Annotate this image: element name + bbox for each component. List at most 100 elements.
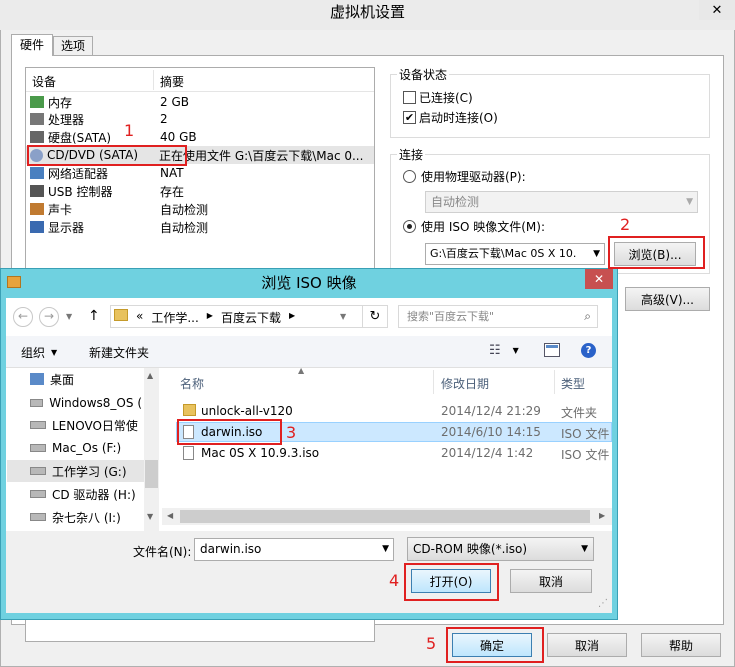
nav-item[interactable]: 杂七杂八 (I:): [30, 506, 142, 528]
organize-button[interactable]: 组织 ▼: [21, 344, 57, 361]
column-header-summary[interactable]: 摘要: [160, 73, 184, 90]
scroll-right-icon[interactable]: ▶: [599, 511, 605, 520]
chevron-down-icon: ▼: [581, 544, 588, 554]
column-divider: [554, 370, 555, 394]
column-header-device[interactable]: 设备: [32, 73, 56, 90]
cpu-icon: [30, 113, 44, 125]
annotation-3: 3: [286, 423, 297, 442]
column-header-date[interactable]: 修改日期: [441, 375, 489, 392]
up-button[interactable]: ↑: [88, 308, 100, 324]
iso-dialog-title: 浏览 ISO 映像: [261, 274, 357, 292]
drive-icon: [30, 513, 46, 521]
tab-options[interactable]: 选项: [53, 36, 93, 56]
network-icon: [30, 167, 44, 179]
arrow-left-icon: ←: [17, 309, 29, 323]
forward-button[interactable]: →: [39, 307, 59, 327]
nav-item-label: LENOVO日常使: [52, 418, 138, 433]
connect-on-start-checkbox[interactable]: ✔ 启动时连接(O): [403, 109, 498, 126]
nav-item-label: 工作学习 (G:): [52, 464, 127, 479]
filter-select[interactable]: CD-ROM 映像(*.iso) ▼: [407, 537, 594, 561]
resize-grip-icon[interactable]: ⋰: [598, 598, 608, 609]
nav-item[interactable]: 桌面: [30, 368, 142, 390]
nav-item[interactable]: Windows8_OS (: [30, 392, 142, 414]
nav-item[interactable]: CD 驱动器 (H:): [30, 483, 142, 505]
cancel-button[interactable]: 取消: [547, 633, 627, 657]
device-summary: 自动检测: [160, 202, 209, 217]
file-name: unlock-all-v120: [201, 404, 293, 418]
physical-drive-radio[interactable]: 使用物理驱动器(P):: [403, 168, 526, 185]
column-header-name[interactable]: 名称: [180, 375, 204, 392]
tab-hardware-label: 硬件: [19, 38, 44, 52]
tab-hardware[interactable]: 硬件: [11, 34, 53, 56]
iso-file-label: 使用 ISO 映像文件(M):: [421, 220, 545, 234]
refresh-icon: ↻: [369, 309, 381, 324]
breadcrumb-separator-icon: ▶: [206, 311, 213, 320]
highlight-box-3: [177, 419, 282, 445]
physical-drive-select[interactable]: 自动检测 ▼: [425, 191, 698, 213]
device-row[interactable]: 内存 2 GB: [30, 93, 370, 111]
arrow-right-icon: →: [43, 309, 55, 323]
folder-icon: [183, 404, 196, 416]
filter-value: CD-ROM 映像(*.iso): [413, 542, 528, 556]
device-row[interactable]: 网络适配器 NAT: [30, 164, 370, 182]
device-row[interactable]: 硬盘(SATA) 40 GB: [30, 128, 370, 146]
hscroll-thumb[interactable]: [180, 510, 590, 523]
filename-input[interactable]: darwin.iso ▼: [194, 538, 394, 561]
scroll-left-icon[interactable]: ◀: [167, 511, 173, 520]
nav-scrollbar[interactable]: [144, 368, 159, 531]
device-name: 处理器: [48, 112, 85, 127]
advanced-button[interactable]: 高级(V)...: [625, 287, 710, 311]
iso-file-radio[interactable]: 使用 ISO 映像文件(M):: [403, 218, 545, 235]
iso-cancel-button[interactable]: 取消: [510, 569, 592, 593]
device-row[interactable]: USB 控制器 存在: [30, 182, 370, 200]
preview-pane-button[interactable]: [544, 343, 560, 357]
view-options-button[interactable]: ☷ ▼: [489, 343, 519, 358]
recent-dropdown[interactable]: ▼: [66, 312, 72, 321]
device-list-header: [26, 68, 374, 92]
search-input[interactable]: 搜索"百度云下载" ⌕: [398, 305, 598, 328]
iso-close-button[interactable]: ✕: [585, 269, 613, 289]
nav-item[interactable]: LENOVO日常使: [30, 414, 142, 436]
nav-scroll-thumb[interactable]: [145, 460, 158, 488]
breadcrumb-item-baidu[interactable]: 百度云下载: [221, 309, 281, 326]
connected-checkbox[interactable]: 已连接(C): [403, 89, 473, 106]
scroll-up-icon[interactable]: ▲: [147, 371, 153, 380]
vm-title: 虚拟机设置: [329, 3, 405, 21]
nav-item[interactable]: 工作学习 (G:): [7, 460, 144, 482]
iso-path-value: G:\百度云下载\Mac 0S X 10.: [430, 247, 577, 260]
back-button[interactable]: ←: [13, 307, 33, 327]
column-header-type[interactable]: 类型: [561, 375, 585, 392]
breadcrumb-item-work[interactable]: 工作学...: [151, 309, 198, 326]
highlight-box-5: [446, 627, 544, 663]
device-summary: 2 GB: [160, 95, 189, 109]
device-row[interactable]: 处理器 2: [30, 110, 370, 128]
file-type: ISO 文件: [561, 448, 610, 462]
vm-close-button[interactable]: ✕: [699, 0, 735, 20]
device-status-group: [390, 74, 710, 138]
address-dropdown-button[interactable]: ▼: [340, 312, 346, 321]
iso-file-icon: [183, 446, 194, 460]
device-name: 硬盘(SATA): [48, 130, 112, 145]
sound-icon: [30, 203, 44, 215]
highlight-box-2: [608, 236, 705, 269]
device-row[interactable]: 显示器 自动检测: [30, 218, 370, 236]
device-row[interactable]: 声卡 自动检测: [30, 200, 370, 218]
iso-path-combo[interactable]: G:\百度云下载\Mac 0S X 10. ▼: [425, 243, 605, 265]
drive-icon: [30, 399, 44, 407]
scroll-down-icon[interactable]: ▼: [147, 512, 153, 521]
help-icon[interactable]: ?: [581, 343, 596, 358]
help-button[interactable]: 帮助: [641, 633, 721, 657]
device-name: 显示器: [48, 220, 85, 235]
chevron-down-icon: ▼: [512, 346, 519, 355]
device-summary: 正在使用文件 G:\百度云下载\Mac 0...: [159, 148, 364, 163]
file-date: 2014/12/4 1:42: [441, 446, 534, 460]
device-summary: 存在: [160, 184, 185, 199]
nav-item[interactable]: Mac_Os (F:): [30, 437, 142, 459]
refresh-button[interactable]: ↻: [362, 306, 387, 327]
device-name: 内存: [48, 95, 73, 110]
checkmark-icon: ✔: [403, 111, 416, 124]
search-placeholder: 搜索"百度云下载": [407, 310, 495, 323]
new-folder-button[interactable]: 新建文件夹: [89, 344, 149, 361]
checkbox-box: [403, 91, 416, 104]
breadcrumb-overflow[interactable]: «: [136, 309, 143, 326]
